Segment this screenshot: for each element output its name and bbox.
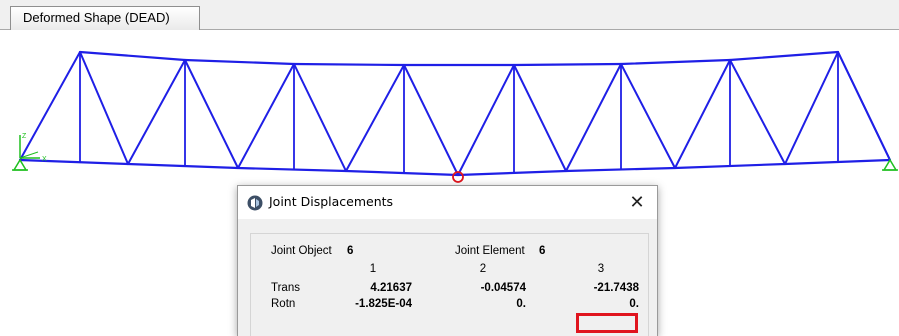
truss-member-6[interactable]: [728, 50, 840, 62]
truss-member-24[interactable]: [513, 64, 567, 172]
app-icon: [247, 195, 263, 211]
view-tab-strip: Deformed Shape (DEAD): [0, 0, 899, 30]
dialog-titlebar[interactable]: Joint Displacements ✕: [238, 186, 657, 219]
rotn-row-label: Rotn: [271, 298, 296, 310]
model-view-window: Deformed Shape (DEAD) Z X Joint Displace…: [0, 0, 899, 336]
truss-member-22[interactable]: [403, 64, 459, 176]
truss-member-1[interactable]: [183, 58, 296, 66]
truss-member-4[interactable]: [512, 62, 623, 67]
right-support-icon: [882, 158, 898, 171]
truss-member-28[interactable]: [729, 59, 786, 165]
truss-member-21[interactable]: [237, 63, 295, 169]
joint-object-value: 6: [347, 245, 354, 257]
truss-deformed-shape: Z X: [12, 50, 898, 183]
close-icon[interactable]: ✕: [617, 186, 657, 219]
truss-member-30[interactable]: [837, 51, 891, 161]
column-header-1: 1: [369, 263, 377, 275]
joint-displacements-dialog: Joint Displacements ✕ Joint Object 6 Joi…: [237, 185, 658, 336]
truss-member-29[interactable]: [674, 59, 731, 169]
highlight-box: [576, 313, 638, 333]
truss-member-2[interactable]: [292, 62, 406, 67]
x-axis-label: X: [42, 156, 47, 163]
truss-member-15[interactable]: [19, 51, 81, 161]
joint-element-label: Joint Element: [455, 245, 525, 257]
truss-member-0[interactable]: [78, 50, 187, 62]
truss-member-19[interactable]: [127, 59, 186, 165]
truss-member-10[interactable]: [344, 169, 460, 177]
truss-member-18[interactable]: [184, 59, 239, 169]
trans-value-1: 4.21637: [370, 282, 412, 294]
truss-member-8[interactable]: [126, 162, 240, 170]
truss-member-25[interactable]: [457, 64, 515, 176]
truss-member-5[interactable]: [619, 58, 732, 66]
column-header-2: 2: [479, 263, 487, 275]
truss-member-20[interactable]: [293, 63, 347, 172]
truss-member-11[interactable]: [456, 169, 568, 177]
left-support-icon: [12, 158, 28, 171]
truss-member-17[interactable]: [79, 51, 129, 165]
trans-value-3: -21.7438: [593, 282, 639, 294]
truss-member-9[interactable]: [236, 166, 348, 173]
rotn-value-2: 0.: [516, 298, 526, 310]
joint-object-label: Joint Object: [271, 245, 332, 257]
truss-members: [18, 50, 892, 177]
z-axis-label: Z: [22, 133, 27, 140]
trans-row-label: Trans: [271, 282, 300, 294]
column-header-3: 3: [597, 263, 605, 275]
deformed-shape-tab[interactable]: Deformed Shape (DEAD): [10, 6, 200, 30]
rotn-value-1: -1.825E-04: [355, 298, 412, 310]
trans-value-2: -0.04574: [480, 282, 526, 294]
joint-element-value: 6: [539, 245, 546, 257]
truss-member-31[interactable]: [784, 51, 839, 165]
truss-member-26[interactable]: [620, 63, 676, 169]
truss-member-27[interactable]: [565, 63, 622, 172]
rotn-value-3: 0.: [629, 298, 639, 310]
truss-member-23[interactable]: [345, 64, 405, 172]
truss-member-7[interactable]: [18, 158, 130, 166]
dialog-title: Joint Displacements: [269, 194, 394, 209]
dialog-body: Joint Object 6 Joint Element 6 1 2 3 Tra…: [238, 219, 657, 336]
